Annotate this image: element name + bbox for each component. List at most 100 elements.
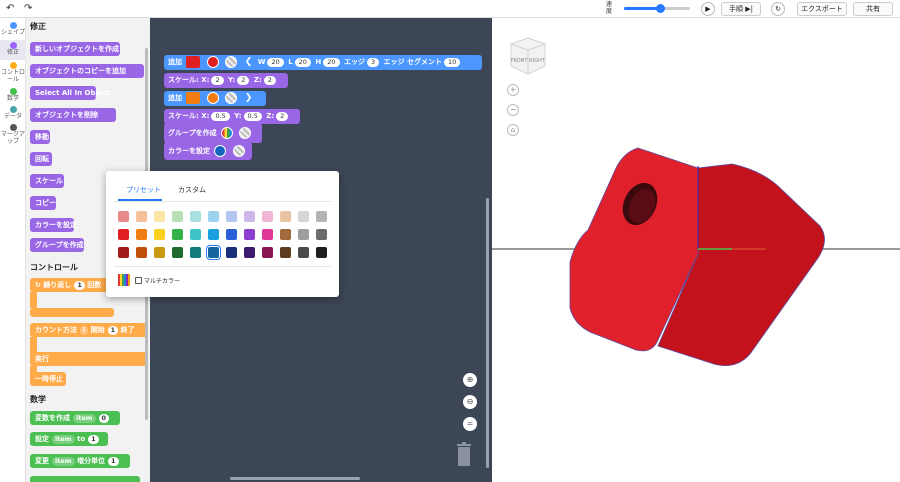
box-color-swatch[interactable] [206, 56, 219, 68]
category-markup[interactable]: マークアップ [0, 122, 26, 146]
l-input[interactable]: 20 [294, 57, 311, 67]
viewport-zoom-in-button[interactable]: + [507, 84, 519, 96]
h-input[interactable]: 20 [323, 57, 340, 67]
color-swatch[interactable] [118, 211, 129, 222]
block-create-object[interactable]: 新しいオブジェクトを作成 [30, 42, 120, 56]
chevron-right-icon[interactable]: ❯ [245, 93, 253, 103]
color-swatch[interactable] [172, 247, 183, 258]
speed-slider-knob[interactable] [656, 4, 666, 13]
count-start-value[interactable]: 1 [107, 325, 119, 335]
color-swatch[interactable] [190, 229, 201, 240]
view-cube-right[interactable]: RIGHT [529, 58, 546, 64]
set-color-swatch[interactable] [214, 145, 227, 157]
block-create-variable[interactable]: 変数を作成 item 0 [30, 411, 120, 425]
color-swatch[interactable] [280, 247, 291, 258]
color-swatch[interactable] [262, 229, 273, 240]
color-swatch[interactable] [118, 229, 129, 240]
block-rotate[interactable]: 回転 [30, 152, 52, 166]
color-swatch[interactable] [280, 229, 291, 240]
color-swatch[interactable] [190, 211, 201, 222]
color-swatch[interactable] [298, 247, 309, 258]
edge-seg-input[interactable]: 10 [443, 57, 461, 67]
color-swatch[interactable] [280, 211, 291, 222]
block-count[interactable]: カウント方法 i 開始 1 終了 [30, 323, 148, 337]
color-swatch[interactable] [316, 211, 327, 222]
multicolor-checkbox[interactable] [135, 277, 142, 284]
viewport-home-button[interactable]: ⌂ [507, 124, 519, 136]
step-button[interactable]: 手順 ▶| [721, 2, 761, 16]
chevron-left-icon[interactable]: ❮ [245, 57, 253, 67]
color-swatch[interactable] [226, 229, 237, 240]
color-swatch[interactable] [226, 247, 237, 258]
block-delete-object[interactable]: オブジェクトを削除 [30, 108, 116, 122]
block-change-variable[interactable]: 変更 item 増分単位 1 [30, 454, 130, 468]
workspace-vertical-scrollbar[interactable] [486, 198, 489, 468]
share-button[interactable]: 共有 [853, 2, 893, 16]
add-cylinder-block[interactable]: 追加 ❯ [164, 91, 266, 106]
block-math-partial[interactable] [30, 476, 140, 482]
color-swatch[interactable] [136, 229, 147, 240]
block-copy[interactable]: コピー [30, 196, 56, 210]
view-cube[interactable]: FRONT RIGHT [509, 36, 547, 76]
block-move[interactable]: 移動 [30, 130, 50, 144]
tab-preset[interactable]: プリセット [126, 185, 161, 195]
color-swatch[interactable] [118, 247, 129, 258]
block-pause[interactable]: 一時停止 [30, 372, 66, 386]
w-input[interactable]: 20 [267, 57, 284, 67]
color-swatch[interactable] [172, 229, 183, 240]
scale-2-x-input[interactable]: 0.5 [211, 111, 230, 121]
cylinder-color-swatch[interactable] [206, 92, 219, 104]
scale-block-2[interactable]: スケール: X: 0.5 Y: 0.5 Z: 2 [164, 109, 300, 124]
category-data[interactable]: データ [0, 104, 26, 122]
scale-2-y-input[interactable]: 0.5 [243, 111, 262, 121]
color-swatch[interactable] [262, 211, 273, 222]
category-modify[interactable]: 修正 [0, 40, 26, 60]
scale-1-z-input[interactable]: 2 [263, 75, 276, 85]
color-swatch[interactable] [154, 229, 165, 240]
category-math[interactable]: 数学 [0, 86, 26, 104]
cylinder-hole-toggle[interactable] [225, 92, 238, 104]
3d-viewport[interactable]: FRONT RIGHT + − ⌂ [492, 18, 900, 482]
trash-icon[interactable] [456, 442, 472, 466]
color-swatch[interactable] [172, 211, 183, 222]
add-box-block[interactable]: 追加 ❮ W 20 L 20 H 20 エッジ 3 エッジ セグメント 10 [164, 55, 482, 70]
block-set-variable[interactable]: 設定 item to 1 [30, 432, 108, 446]
color-swatch[interactable] [316, 229, 327, 240]
export-button[interactable]: エクスポート [797, 2, 847, 16]
block-scale[interactable]: スケール [30, 174, 64, 188]
workspace-horizontal-scrollbar[interactable] [230, 477, 360, 480]
play-button[interactable]: ▶ [701, 2, 715, 16]
set-color-hole-toggle[interactable] [232, 145, 245, 157]
set-color-block[interactable]: カラーを設定 [164, 142, 252, 160]
redo-arrow-icon[interactable]: ↷ [24, 3, 32, 14]
cylinder-shape-icon[interactable] [186, 92, 201, 104]
var-create-dropdown[interactable]: item [73, 413, 96, 423]
change-value[interactable]: 1 [107, 456, 119, 466]
color-swatch[interactable] [244, 247, 255, 258]
color-swatch[interactable] [154, 211, 165, 222]
color-swatch[interactable] [136, 247, 147, 258]
color-swatch[interactable] [316, 247, 327, 258]
block-select-all[interactable]: Select All In Object [30, 86, 110, 100]
tab-custom[interactable]: カスタム [178, 185, 206, 195]
color-swatch[interactable] [298, 229, 309, 240]
view-cube-front[interactable]: FRONT [510, 58, 528, 64]
block-set-color[interactable]: カラーを設定 [30, 218, 77, 232]
change-dropdown[interactable]: item [52, 456, 75, 466]
color-swatch[interactable] [154, 247, 165, 258]
color-swatch[interactable] [244, 229, 255, 240]
create-group-block[interactable]: グループを作成 [164, 123, 262, 143]
undo-arrow-icon[interactable]: ↶ [6, 3, 14, 14]
color-swatch[interactable] [206, 245, 221, 260]
box-hole-toggle[interactable] [225, 56, 238, 68]
category-control[interactable]: コントロール [0, 60, 26, 86]
box-shape-icon[interactable] [186, 56, 201, 68]
color-swatch[interactable] [136, 211, 147, 222]
block-add-copy[interactable]: オブジェクトのコピーを追加 [30, 64, 144, 78]
repeat-count[interactable]: 1 [74, 280, 85, 290]
color-swatch[interactable] [208, 229, 219, 240]
color-swatch[interactable] [262, 247, 273, 258]
set-value[interactable]: 1 [88, 434, 99, 444]
color-swatch[interactable] [208, 211, 219, 222]
color-swatch[interactable] [244, 211, 255, 222]
